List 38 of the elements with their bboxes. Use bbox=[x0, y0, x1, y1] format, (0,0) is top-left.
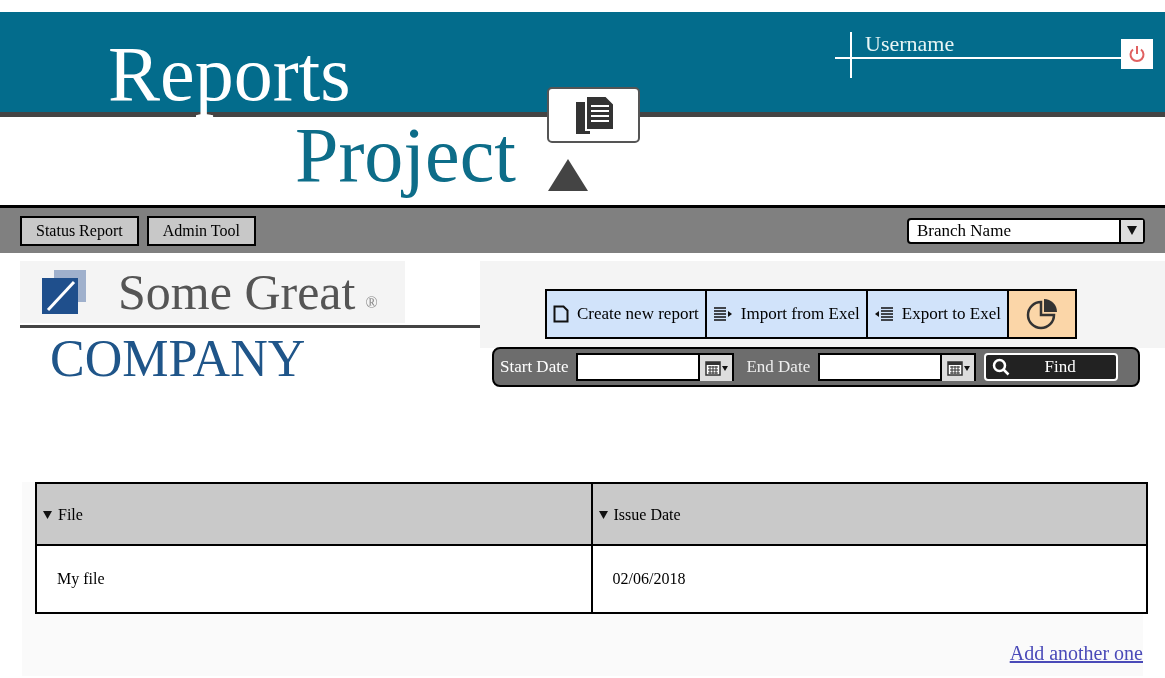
company-name: COMPANY bbox=[50, 331, 306, 387]
calendar-icon bbox=[946, 360, 963, 376]
end-date-field[interactable] bbox=[818, 353, 977, 381]
triangle-icon bbox=[547, 159, 588, 191]
caret-icon bbox=[963, 365, 970, 371]
lines-arrow-icon bbox=[712, 306, 733, 322]
column-header[interactable]: File bbox=[36, 483, 592, 545]
lines-arrow-icon bbox=[873, 306, 894, 322]
column-header[interactable]: Issue Date bbox=[591, 483, 1147, 545]
nav-button[interactable]: Status Report bbox=[20, 215, 139, 246]
chart-button[interactable] bbox=[1006, 291, 1075, 337]
square-logo-icon bbox=[40, 268, 88, 316]
toolbar-button[interactable]: Create new report bbox=[547, 291, 705, 337]
sort-caret-icon bbox=[43, 510, 52, 519]
power-button[interactable] bbox=[1121, 39, 1153, 69]
search-icon bbox=[992, 358, 1011, 376]
table-cell: 02/06/2018 bbox=[591, 545, 1147, 613]
add-link[interactable]: Add another one bbox=[1009, 638, 1143, 668]
start-date-field[interactable] bbox=[576, 353, 735, 381]
find-button[interactable]: Find bbox=[984, 353, 1119, 381]
toolbar-button[interactable]: Import from Exel bbox=[704, 291, 866, 337]
branch-select[interactable]: Branch Name bbox=[907, 217, 1145, 244]
calendar-icon bbox=[704, 360, 721, 376]
registered-mark: ® bbox=[365, 294, 378, 312]
caret-icon bbox=[721, 365, 728, 371]
start-date-label: Start Date bbox=[500, 356, 569, 379]
nav-button[interactable]: Admin Tool bbox=[146, 215, 256, 246]
calendar-button[interactable] bbox=[698, 355, 733, 381]
branch-select-value: Branch Name bbox=[916, 220, 1012, 241]
calendar-button[interactable] bbox=[940, 355, 975, 381]
document-icon bbox=[553, 305, 569, 323]
end-date-label: End Date bbox=[746, 356, 811, 379]
table-cell: My file bbox=[36, 545, 592, 613]
username-label: Username bbox=[865, 32, 955, 56]
caret-icon bbox=[1127, 226, 1137, 235]
power-icon bbox=[1128, 45, 1146, 63]
sort-caret-icon bbox=[598, 510, 608, 519]
company-name: Some Great bbox=[118, 264, 356, 320]
